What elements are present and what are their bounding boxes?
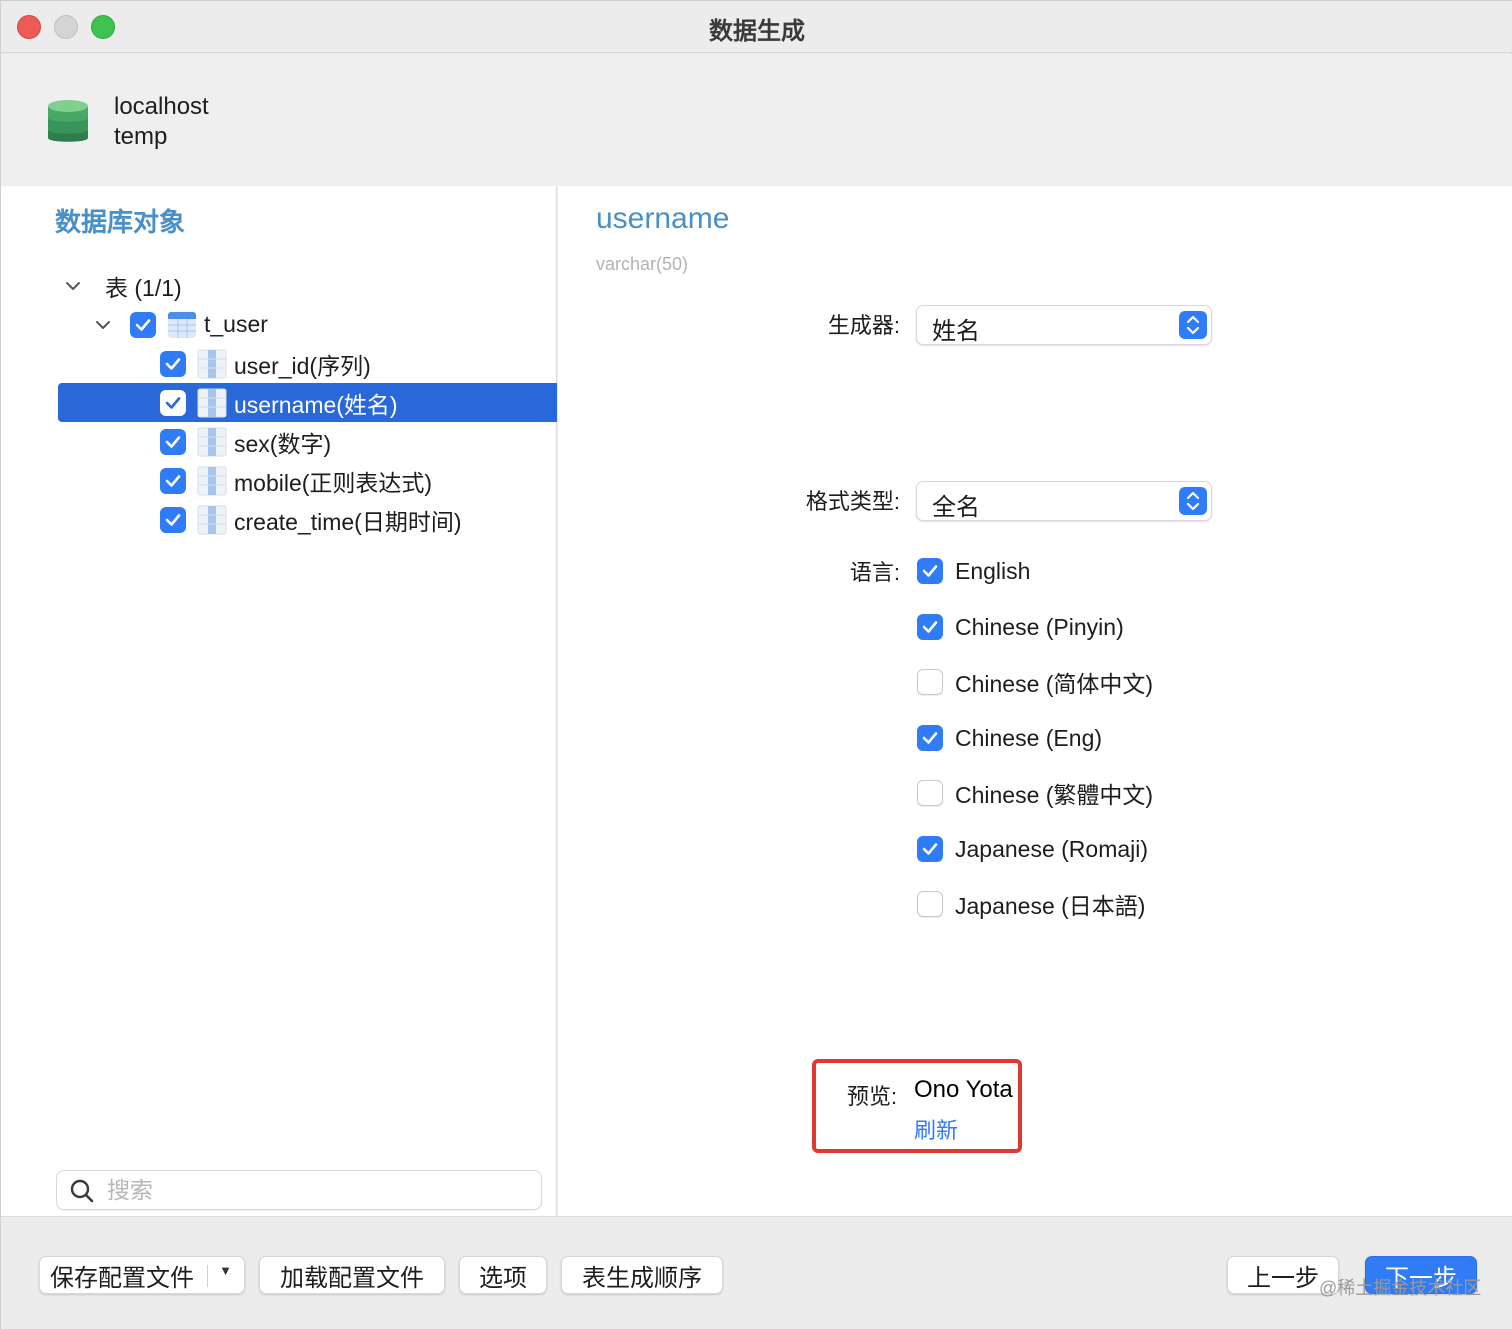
generator-label: 生成器: bbox=[827, 313, 900, 338]
language-checkbox[interactable] bbox=[917, 780, 943, 806]
language-option-label: English bbox=[955, 557, 1031, 584]
field-type: varchar(50) bbox=[596, 254, 689, 274]
language-option[interactable]: Chinese (繁體中文) bbox=[917, 778, 1153, 808]
connection-name: localhost bbox=[114, 93, 209, 120]
save-config-label: 保存配置文件 bbox=[50, 1264, 194, 1292]
generator-value: 姓名 bbox=[932, 318, 980, 345]
tree-item-table-t-user[interactable]: t_user bbox=[1, 305, 557, 344]
language-option[interactable]: Japanese (Romaji) bbox=[917, 834, 1148, 864]
column-label: user_id(序列) bbox=[234, 352, 371, 379]
preview-highlight-box: 预览: Ono Yota 刷新 bbox=[812, 1059, 1022, 1153]
connection-header: localhost temp bbox=[1, 54, 1512, 186]
language-option-label: Chinese (简体中文) bbox=[955, 671, 1154, 697]
language-option-label: Chinese (Eng) bbox=[955, 724, 1103, 751]
field-detail-panel: username varchar(50) 生成器: 姓名 格式类型: 全名 语言… bbox=[558, 186, 1512, 1216]
column-icon bbox=[197, 505, 227, 534]
language-checkbox[interactable] bbox=[917, 558, 943, 584]
language-option[interactable]: English bbox=[917, 556, 1030, 586]
tree-group-tables[interactable]: 表 (1/1) bbox=[1, 266, 557, 305]
chevron-down-icon[interactable] bbox=[64, 277, 82, 295]
column-checkbox[interactable] bbox=[160, 428, 186, 455]
table-order-button[interactable]: 表生成顺序 bbox=[561, 1256, 723, 1294]
window-title: 数据生成 bbox=[709, 18, 805, 45]
tree-item-column[interactable]: mobile(正则表达式) bbox=[1, 461, 557, 500]
tree-item-column[interactable]: create_time(日期时间) bbox=[1, 500, 557, 539]
language-option-label: Japanese (日本語) bbox=[955, 893, 1146, 919]
column-label: username(姓名) bbox=[234, 391, 398, 418]
column-label: create_time(日期时间) bbox=[234, 508, 462, 535]
column-label: sex(数字) bbox=[234, 430, 332, 457]
language-option[interactable]: Japanese (日本語) bbox=[917, 889, 1145, 919]
tree-item-column-selected[interactable]: username(姓名) bbox=[58, 383, 557, 422]
save-config-button[interactable]: 保存配置文件 ▼ bbox=[39, 1256, 245, 1294]
tree-item-column[interactable]: sex(数字) bbox=[1, 422, 557, 461]
field-name: username bbox=[596, 202, 730, 235]
section-title: 数据库对象 bbox=[55, 207, 186, 237]
up-down-chevron-icon bbox=[1179, 487, 1207, 515]
column-icon bbox=[197, 427, 227, 456]
language-checkbox[interactable] bbox=[917, 669, 943, 695]
column-icon bbox=[197, 349, 227, 378]
language-label: 语言: bbox=[849, 560, 900, 585]
title-bar: 数据生成 bbox=[1, 1, 1512, 53]
watermark: @稀土掘金技术社区 bbox=[1319, 1278, 1482, 1298]
up-down-chevron-icon bbox=[1179, 311, 1207, 339]
generator-select[interactable]: 姓名 bbox=[916, 305, 1212, 345]
language-option[interactable]: Chinese (简体中文) bbox=[917, 667, 1153, 697]
search-icon bbox=[70, 1179, 94, 1203]
language-option[interactable]: Chinese (Pinyin) bbox=[917, 612, 1124, 642]
table-icon bbox=[168, 311, 196, 338]
format-type-select[interactable]: 全名 bbox=[916, 481, 1212, 521]
column-checkbox[interactable] bbox=[160, 506, 186, 533]
search-input[interactable] bbox=[107, 1175, 527, 1205]
format-type-value: 全名 bbox=[932, 494, 980, 521]
table-checkbox[interactable] bbox=[130, 311, 156, 338]
format-type-label: 格式类型: bbox=[805, 489, 900, 514]
language-checkbox[interactable] bbox=[917, 614, 943, 640]
dropdown-caret-icon[interactable]: ▼ bbox=[219, 1263, 232, 1278]
table-label: t_user bbox=[204, 311, 268, 337]
chevron-down-icon[interactable] bbox=[94, 316, 112, 334]
load-config-button[interactable]: 加载配置文件 bbox=[259, 1256, 445, 1294]
database-name: temp bbox=[114, 123, 168, 150]
language-checkbox[interactable] bbox=[917, 725, 943, 751]
language-option[interactable]: Chinese (Eng) bbox=[917, 723, 1102, 753]
tree-group-label: 表 (1/1) bbox=[105, 274, 182, 301]
split-divider bbox=[207, 1265, 208, 1287]
column-icon bbox=[197, 388, 227, 417]
preview-label: 预览: bbox=[847, 1084, 898, 1109]
refresh-link[interactable]: 刷新 bbox=[914, 1113, 958, 1145]
language-option-label: Chinese (繁體中文) bbox=[955, 782, 1154, 808]
preview-value: Ono Yota bbox=[914, 1076, 1013, 1103]
language-option-label: Chinese (Pinyin) bbox=[955, 613, 1124, 640]
column-checkbox[interactable] bbox=[160, 467, 186, 494]
language-checkbox[interactable] bbox=[917, 891, 943, 917]
database-icon bbox=[48, 100, 88, 142]
column-icon bbox=[197, 466, 227, 495]
column-checkbox[interactable] bbox=[160, 389, 186, 416]
language-option-label: Japanese (Romaji) bbox=[955, 835, 1149, 862]
options-button[interactable]: 选项 bbox=[459, 1256, 547, 1294]
column-checkbox[interactable] bbox=[160, 350, 186, 377]
database-objects-panel: 数据库对象 表 (1/1) t_user user_id(序列) usernam… bbox=[1, 186, 557, 1216]
language-checkbox[interactable] bbox=[917, 836, 943, 862]
tree-item-column[interactable]: user_id(序列) bbox=[1, 344, 557, 383]
search-box[interactable] bbox=[56, 1170, 542, 1210]
footer-bar: 保存配置文件 ▼ 加载配置文件 选项 表生成顺序 上一步 下一步 bbox=[1, 1216, 1512, 1329]
column-label: mobile(正则表达式) bbox=[234, 469, 433, 496]
data-generation-window: 数据生成 localhost temp 数据库对象 表 (1/1) t_user… bbox=[0, 0, 1512, 1329]
